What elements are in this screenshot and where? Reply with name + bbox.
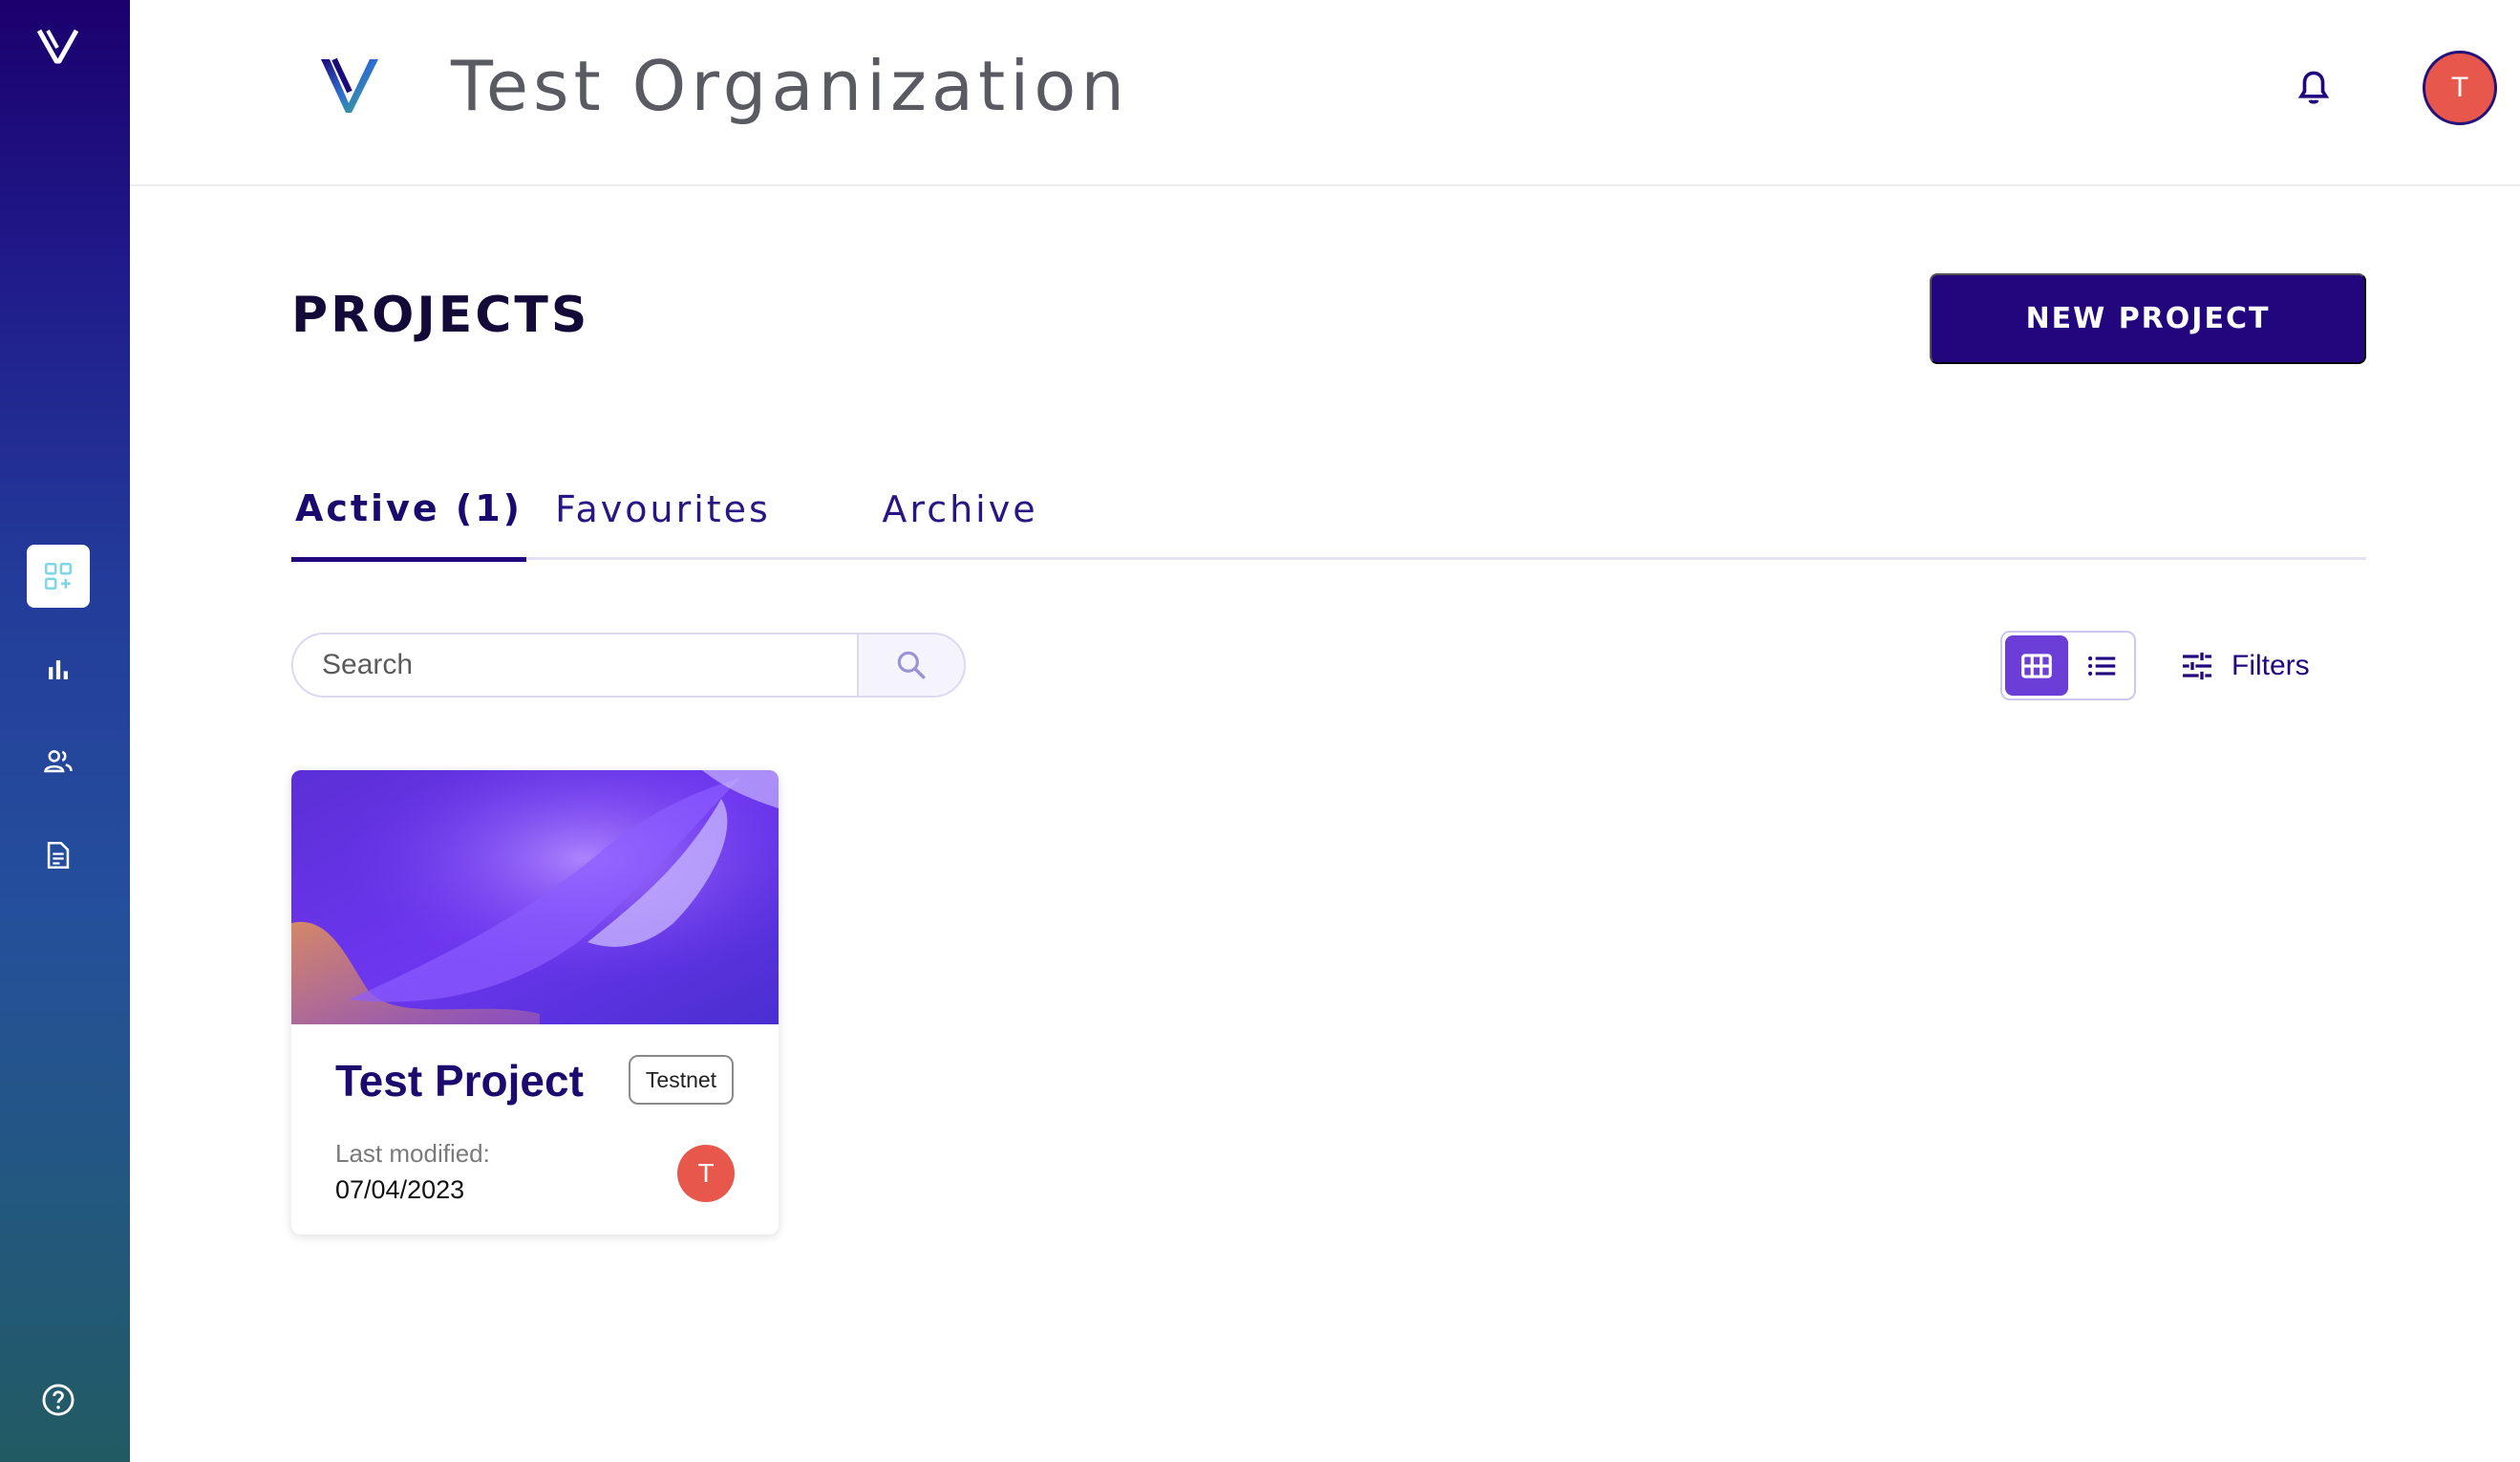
search-box xyxy=(291,633,966,698)
tab-archive[interactable]: Archive xyxy=(866,459,1054,560)
tune-icon xyxy=(2183,652,2211,680)
tab-active[interactable]: Active (1) xyxy=(291,459,526,562)
last-modified-label: Last modified: xyxy=(335,1139,490,1168)
v-logo-icon[interactable] xyxy=(36,27,80,65)
filters-label: Filters xyxy=(2232,650,2310,681)
last-modified-date: 07/04/2023 xyxy=(335,1175,465,1204)
user-avatar[interactable]: T xyxy=(2423,51,2497,125)
sidebar-item-projects[interactable] xyxy=(27,545,90,608)
notification-bell-icon[interactable] xyxy=(2293,67,2335,109)
filters-button[interactable]: Filters xyxy=(2178,642,2310,690)
search-button[interactable] xyxy=(857,634,964,696)
new-project-button[interactable]: NEW PROJECT xyxy=(1930,273,2366,364)
project-tabs: Active (1) Favourites Archive xyxy=(291,459,2366,562)
people-icon xyxy=(44,750,73,773)
project-cover-image xyxy=(291,770,779,1024)
bar-chart-icon xyxy=(49,660,68,679)
page-title: PROJECTS xyxy=(291,287,590,344)
project-title[interactable]: Test Project xyxy=(335,1055,584,1107)
top-header: Test Organization T xyxy=(130,0,2520,186)
brand-logo-icon xyxy=(317,55,382,117)
document-icon xyxy=(47,841,70,870)
list-view-button[interactable] xyxy=(2070,635,2133,696)
grid-view-button[interactable] xyxy=(2005,635,2068,696)
project-card[interactable]: Test Project Testnet Last modified: 07/0… xyxy=(291,770,779,1235)
organization-title: Test Organization xyxy=(451,46,1129,126)
grid-view-icon xyxy=(2021,653,2052,678)
tab-favourites[interactable]: Favourites xyxy=(555,459,771,560)
sidebar-item-documents[interactable] xyxy=(27,824,90,887)
help-button[interactable] xyxy=(27,1368,90,1431)
search-input[interactable] xyxy=(293,634,857,696)
network-badge: Testnet xyxy=(629,1055,734,1105)
view-toggle xyxy=(2000,631,2136,700)
list-view-icon xyxy=(2088,656,2116,676)
search-icon xyxy=(897,651,926,679)
sidebar-item-team[interactable] xyxy=(27,730,90,793)
sidebar-item-analytics[interactable] xyxy=(27,638,90,701)
sidebar xyxy=(0,0,130,1462)
dashboard-add-icon xyxy=(44,562,73,591)
help-circle-icon xyxy=(42,1384,75,1416)
owner-avatar: T xyxy=(677,1145,735,1202)
